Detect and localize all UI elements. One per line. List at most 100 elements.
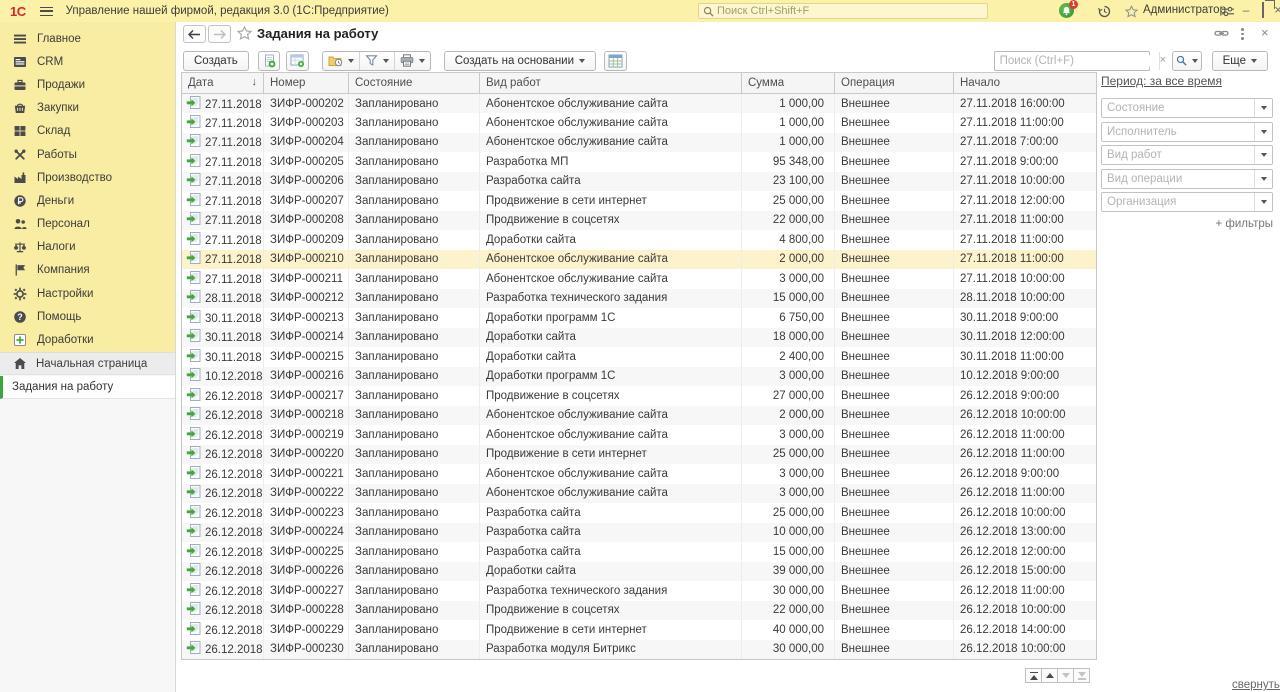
column-header[interactable]: Сумма [742,73,835,94]
table-row[interactable]: 26.12.2018ЗИФР-000223ЗапланированоРазраб… [182,503,1097,523]
table-row[interactable]: 27.11.2018ЗИФР-000208ЗапланированоПродви… [182,211,1097,231]
go-to-bottom-button[interactable] [1073,668,1090,683]
sidebar-item-home[interactable]: Начальная страница [0,352,175,375]
link-icon[interactable] [1214,27,1229,42]
filter-funnel-icon[interactable] [360,52,395,70]
favorites-star-icon[interactable] [1123,3,1139,19]
table-row[interactable]: 30.11.2018ЗИФР-000213ЗапланированоДорабо… [182,308,1097,328]
sidebar-item-help[interactable]: ?Помощь [0,305,175,328]
table-row[interactable]: 10.12.2018ЗИФР-000216ЗапланированоДорабо… [182,367,1097,387]
create-copy-icon[interactable] [258,51,280,71]
sidebar-item-staff[interactable]: Персонал [0,213,175,236]
table-row[interactable]: 28.11.2018ЗИФР-000212ЗапланированоРазраб… [182,289,1097,309]
search-options-button[interactable] [1172,51,1202,71]
table-row[interactable]: 27.11.2018ЗИФР-000202ЗапланированоАбонен… [182,94,1097,114]
table-row[interactable]: 27.11.2018ЗИФР-000203ЗапланированоАбонен… [182,113,1097,133]
column-header[interactable]: Состояние [349,73,480,94]
table-row[interactable]: 30.11.2018ЗИФР-000214ЗапланированоДорабо… [182,328,1097,348]
back-button[interactable] [183,25,206,43]
print-icon[interactable] [395,52,430,70]
column-header[interactable]: Номер [264,73,349,94]
table-row[interactable]: 27.11.2018ЗИФР-000210ЗапланированоАбонен… [182,250,1097,270]
table-row[interactable]: 27.11.2018ЗИФР-000207ЗапланированоПродви… [182,191,1097,211]
go-to-top-button[interactable] [1025,668,1042,683]
filter-input[interactable] [1102,193,1254,211]
tab-work-orders[interactable]: Задания на работу [0,376,175,399]
table-row[interactable]: 26.12.2018ЗИФР-000218ЗапланированоАбонен… [182,406,1097,426]
table-row[interactable]: 27.11.2018ЗИФР-000209ЗапланированоДорабо… [182,230,1097,250]
sidebar-item-production[interactable]: Производство [0,166,175,189]
window-minimize-button[interactable]: – [1238,2,1254,18]
table-row[interactable]: 26.12.2018ЗИФР-000226ЗапланированоДорабо… [182,562,1097,582]
sidebar-item-warehouse[interactable]: Склад [0,120,175,143]
table-row[interactable]: 30.11.2018ЗИФР-000215ЗапланированоДорабо… [182,347,1097,367]
table-row[interactable]: 27.11.2018ЗИФР-000211ЗапланированоАбонен… [182,269,1097,289]
forward-button[interactable] [208,25,231,43]
filter-input[interactable] [1102,146,1254,164]
table-row[interactable]: 26.12.2018ЗИФР-000230ЗапланированоРазраб… [182,640,1097,660]
list-search[interactable]: × [994,51,1150,71]
table-row[interactable]: 26.12.2018ЗИФР-000224ЗапланированоРазраб… [182,523,1097,543]
history-icon[interactable] [1096,3,1112,19]
attachments-icon[interactable] [323,52,360,70]
window-restore-button[interactable] [1255,2,1271,18]
window-close-button[interactable]: × [1270,2,1280,18]
clear-search-icon[interactable]: × [1159,52,1166,70]
work-orders-table[interactable]: Дата↓НомерСостояниеВид работСуммаОпераци… [181,72,1096,660]
collapse-link[interactable]: свернуть [1232,679,1280,691]
table-row[interactable]: 26.12.2018ЗИФР-000219ЗапланированоАбонен… [182,425,1097,445]
filter-combo-вид-работ[interactable] [1101,145,1273,165]
sidebar-item-sales[interactable]: Продажи [0,73,175,96]
column-header[interactable]: Вид работ [480,73,742,94]
table-row[interactable]: 27.11.2018ЗИФР-000204ЗапланированоАбонен… [182,133,1097,153]
table-row[interactable]: 26.12.2018ЗИФР-000221ЗапланированоАбонен… [182,464,1097,484]
sidebar-item-main[interactable]: Главное [0,27,175,50]
row-up-button[interactable] [1041,668,1058,683]
close-page-icon[interactable]: × [1261,25,1269,40]
sidebar-item-crm[interactable]: CRM [0,50,175,73]
table-row[interactable]: 26.12.2018ЗИФР-000220ЗапланированоПродви… [182,445,1097,465]
quick-settings-icon[interactable] [1220,3,1236,19]
table-row[interactable]: 26.12.2018ЗИФР-000227ЗапланированоРазраб… [182,581,1097,601]
filter-combo-организация[interactable] [1101,192,1273,212]
chevron-down-icon[interactable] [1254,170,1272,188]
global-search[interactable] [698,3,988,19]
list-search-input[interactable] [995,55,1159,67]
global-search-input[interactable] [717,5,983,17]
notifications-icon[interactable]: 1 [1058,2,1075,19]
chevron-down-icon[interactable] [1254,99,1272,117]
create-based-on-button[interactable]: Создать на основании [444,51,596,71]
filter-input[interactable] [1102,123,1254,141]
period-link[interactable]: Период: за все время [1101,74,1273,88]
more-menu-icon[interactable] [1241,28,1244,45]
row-down-button[interactable] [1057,668,1074,683]
table-row[interactable]: 26.12.2018ЗИФР-000228ЗапланированоПродви… [182,601,1097,621]
more-filters-link[interactable]: + фильтры [1101,218,1273,230]
sidebar-item-taxes[interactable]: Налоги [0,236,175,259]
open-journal-icon[interactable] [286,51,309,71]
sidebar-item-money[interactable]: Деньги [0,189,175,212]
column-header[interactable]: Начало [954,73,1097,94]
sidebar-item-settings[interactable]: Настройки [0,282,175,305]
sidebar-item-company[interactable]: Компания [0,259,175,282]
export-table-icon[interactable] [604,51,627,71]
filter-combo-вид-операции[interactable] [1101,169,1273,189]
filter-input[interactable] [1102,170,1254,188]
filter-combo-состояние[interactable] [1101,98,1273,118]
filter-input[interactable] [1102,99,1254,117]
table-row[interactable]: 26.12.2018ЗИФР-000217ЗапланированоПродви… [182,386,1097,406]
column-header[interactable]: Операция [835,73,954,94]
filter-combo-исполнитель[interactable] [1101,122,1273,142]
table-row[interactable]: 26.12.2018ЗИФР-000222ЗапланированоАбонен… [182,484,1097,504]
table-row[interactable]: 27.11.2018ЗИФР-000206ЗапланированоРазраб… [182,172,1097,192]
table-row[interactable]: 26.12.2018ЗИФР-000225ЗапланированоРазраб… [182,542,1097,562]
sidebar-item-addons[interactable]: Доработки [0,328,175,351]
chevron-down-icon[interactable] [1254,146,1272,164]
chevron-down-icon[interactable] [1254,123,1272,141]
user-name[interactable]: Администратор [1143,4,1226,16]
chevron-down-icon[interactable] [1254,193,1272,211]
sidebar-item-works[interactable]: Работы [0,143,175,166]
sidebar-item-purchases[interactable]: Закупки [0,97,175,120]
more-button[interactable]: Еще [1212,51,1268,71]
favorite-star-icon[interactable] [237,26,252,43]
